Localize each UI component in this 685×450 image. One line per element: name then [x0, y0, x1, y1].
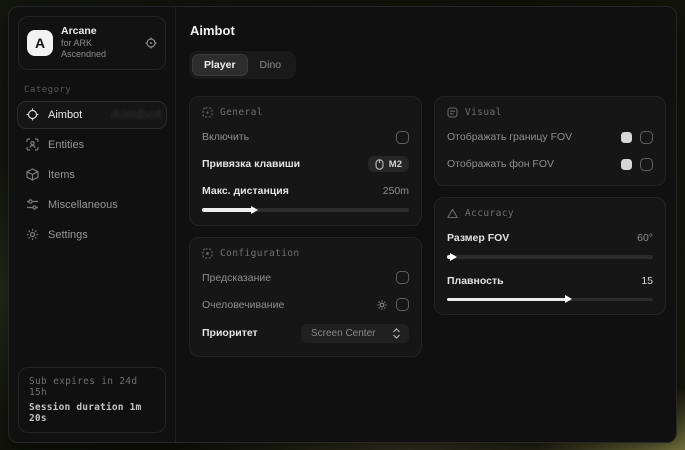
priority-label: Приоритет: [202, 327, 258, 339]
visual-card-title: Visual: [465, 107, 502, 118]
fov-fill-color-swatch[interactable]: [621, 159, 632, 170]
keybind-value: M2: [389, 159, 402, 170]
humanize-checkbox[interactable]: [396, 298, 409, 311]
mouse-icon: [375, 159, 384, 170]
sidebar-item-aimbot[interactable]: Aimbot Aimbot: [17, 101, 167, 129]
sidebar-item-label: Settings: [48, 229, 88, 241]
slider-thumb[interactable]: [565, 295, 572, 303]
sidebar-item-label: Entities: [48, 139, 84, 151]
sidebar-item-label: Aimbot: [48, 109, 82, 121]
fov-border-label: Отображать границу FOV: [447, 131, 572, 143]
cheat-menu-window: A Arcane for ARK Ascendned Category: [8, 6, 677, 443]
fov-border-checkbox[interactable]: [640, 131, 653, 144]
tab-dino[interactable]: Dino: [248, 54, 294, 76]
main-panel: Aimbot Player Dino: [176, 7, 677, 442]
max-distance-value: 250m: [383, 185, 409, 197]
fov-fill-label: Отображать фон FOV: [447, 158, 554, 170]
subscription-card: Sub expires in 24d 15h Session duration …: [18, 367, 166, 433]
max-distance-label: Макс. дистанция: [202, 185, 289, 197]
priority-dropdown[interactable]: Screen Center: [301, 324, 409, 343]
app-subtitle: for ARK Ascendned: [61, 38, 137, 61]
general-card: General Включить Привязка клавиши: [189, 96, 422, 226]
sidebar-item-entities[interactable]: Entities: [17, 131, 167, 159]
humanize-label: Очеловечивание: [202, 299, 284, 311]
keybind-label: Привязка клавиши: [202, 158, 300, 170]
sliders-icon: [26, 198, 39, 211]
priority-value: Screen Center: [311, 328, 375, 339]
category-nav: Aimbot Aimbot Entities: [9, 101, 175, 251]
sidebar-item-miscellaneous[interactable]: Miscellaneous: [17, 191, 167, 219]
humanize-gear-icon[interactable]: [376, 299, 388, 311]
sidebar-item-settings[interactable]: Settings: [17, 221, 167, 249]
fov-size-label: Размер FOV: [447, 232, 509, 244]
visual-card: Visual Отображать границу FOV Отображать…: [434, 96, 666, 186]
sub-expires-text: Sub expires in 24d 15h: [29, 376, 155, 398]
enable-label: Включить: [202, 131, 249, 143]
smoothness-value: 15: [641, 275, 653, 287]
entity-scan-icon: [26, 138, 39, 151]
gear-icon: [26, 228, 39, 241]
fov-size-value: 60°: [637, 232, 653, 244]
keybind-button[interactable]: M2: [368, 156, 409, 172]
target-icon[interactable]: [145, 37, 157, 49]
package-icon: [26, 168, 39, 181]
visual-section-icon: [447, 107, 458, 118]
general-section-icon: [202, 107, 213, 118]
slider-thumb[interactable]: [450, 253, 457, 261]
max-distance-slider[interactable]: [202, 208, 409, 212]
sidebar: A Arcane for ARK Ascendned Category: [9, 7, 176, 442]
page-title: Aimbot: [190, 23, 666, 38]
chevron-up-down-icon: [392, 328, 401, 339]
aimbot-watermark: Aimbot: [110, 106, 162, 123]
configuration-card: Configuration Предсказание Очеловечивани…: [189, 237, 422, 357]
tab-player[interactable]: Player: [192, 54, 248, 76]
smoothness-slider[interactable]: [447, 298, 653, 302]
general-card-title: General: [220, 107, 263, 118]
accuracy-card-title: Accuracy: [465, 208, 514, 219]
brand-card: A Arcane for ARK Ascendned: [18, 16, 166, 70]
sidebar-item-items[interactable]: Items: [17, 161, 167, 189]
slider-thumb[interactable]: [251, 206, 258, 214]
sidebar-item-label: Miscellaneous: [48, 199, 118, 211]
smoothness-label: Плавность: [447, 275, 504, 287]
prediction-label: Предсказание: [202, 272, 271, 284]
enable-checkbox[interactable]: [396, 131, 409, 144]
session-duration-text: Session duration 1m 20s: [29, 402, 155, 424]
category-label: Category: [24, 85, 175, 95]
prediction-checkbox[interactable]: [396, 271, 409, 284]
game-background: A Arcane for ARK Ascendned Category: [0, 0, 685, 450]
configuration-card-title: Configuration: [220, 248, 300, 259]
configuration-section-icon: [202, 248, 213, 259]
target-tabs: Player Dino: [189, 51, 296, 79]
sidebar-item-label: Items: [48, 169, 75, 181]
accuracy-section-icon: [447, 208, 458, 219]
app-logo: A: [27, 30, 53, 56]
fov-border-color-swatch[interactable]: [621, 132, 632, 143]
accuracy-card: Accuracy Размер FOV 60° Плавность: [434, 197, 666, 315]
fov-fill-checkbox[interactable]: [640, 158, 653, 171]
crosshair-icon: [26, 108, 39, 121]
fov-size-slider[interactable]: [447, 255, 653, 259]
app-name: Arcane: [61, 25, 137, 38]
